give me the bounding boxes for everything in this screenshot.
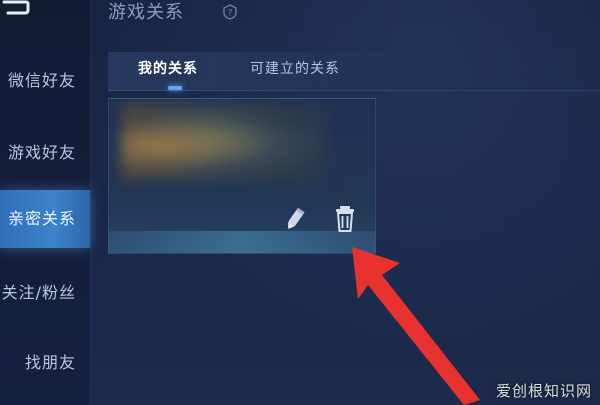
watermark: 爱创根知识网 xyxy=(495,382,592,400)
sidebar-item-intimate-relations[interactable]: 亲密关系 xyxy=(0,190,90,248)
avatar xyxy=(121,103,331,181)
sidebar-item-label: 微信好友 xyxy=(7,71,76,90)
sidebar-item-wechat-friends[interactable]: 微信好友 xyxy=(0,52,90,110)
trash-icon xyxy=(336,206,354,232)
delete-button[interactable] xyxy=(331,203,359,235)
tab-available-relations[interactable]: 可建立的关系 xyxy=(250,52,340,90)
sidebar-item-follow-fans[interactable]: 关注/粉丝 xyxy=(0,264,90,322)
sidebar-item-find-friends[interactable]: 找朋友 xyxy=(0,334,90,392)
active-tab-indicator xyxy=(168,86,182,90)
edit-button[interactable] xyxy=(281,203,309,235)
sidebar-item-label: 游戏好友 xyxy=(7,143,76,162)
tab-bar: 我的关系 可建立的关系 xyxy=(108,52,600,91)
annotation-arrow xyxy=(352,247,480,405)
tab-label: 可建立的关系 xyxy=(250,61,340,77)
back-icon[interactable] xyxy=(0,0,30,20)
sidebar-item-game-friends[interactable]: 游戏好友 xyxy=(0,124,90,182)
page-title: 游戏关系 xyxy=(108,2,184,23)
sidebar-item-label: 关注/粉丝 xyxy=(1,283,76,302)
relationship-card[interactable] xyxy=(108,98,376,254)
tab-label: 我的关系 xyxy=(138,61,198,77)
sidebar-item-label: 亲密关系 xyxy=(7,209,76,228)
sidebar-item-label: 找朋友 xyxy=(24,353,76,372)
pencil-icon xyxy=(288,207,305,229)
tab-my-relations[interactable]: 我的关系 xyxy=(138,52,198,90)
sidebar: 微信好友 游戏好友 亲密关系 关注/粉丝 找朋友 xyxy=(0,0,91,405)
svg-text:?: ? xyxy=(228,9,233,19)
question-icon[interactable]: ? xyxy=(222,4,238,20)
